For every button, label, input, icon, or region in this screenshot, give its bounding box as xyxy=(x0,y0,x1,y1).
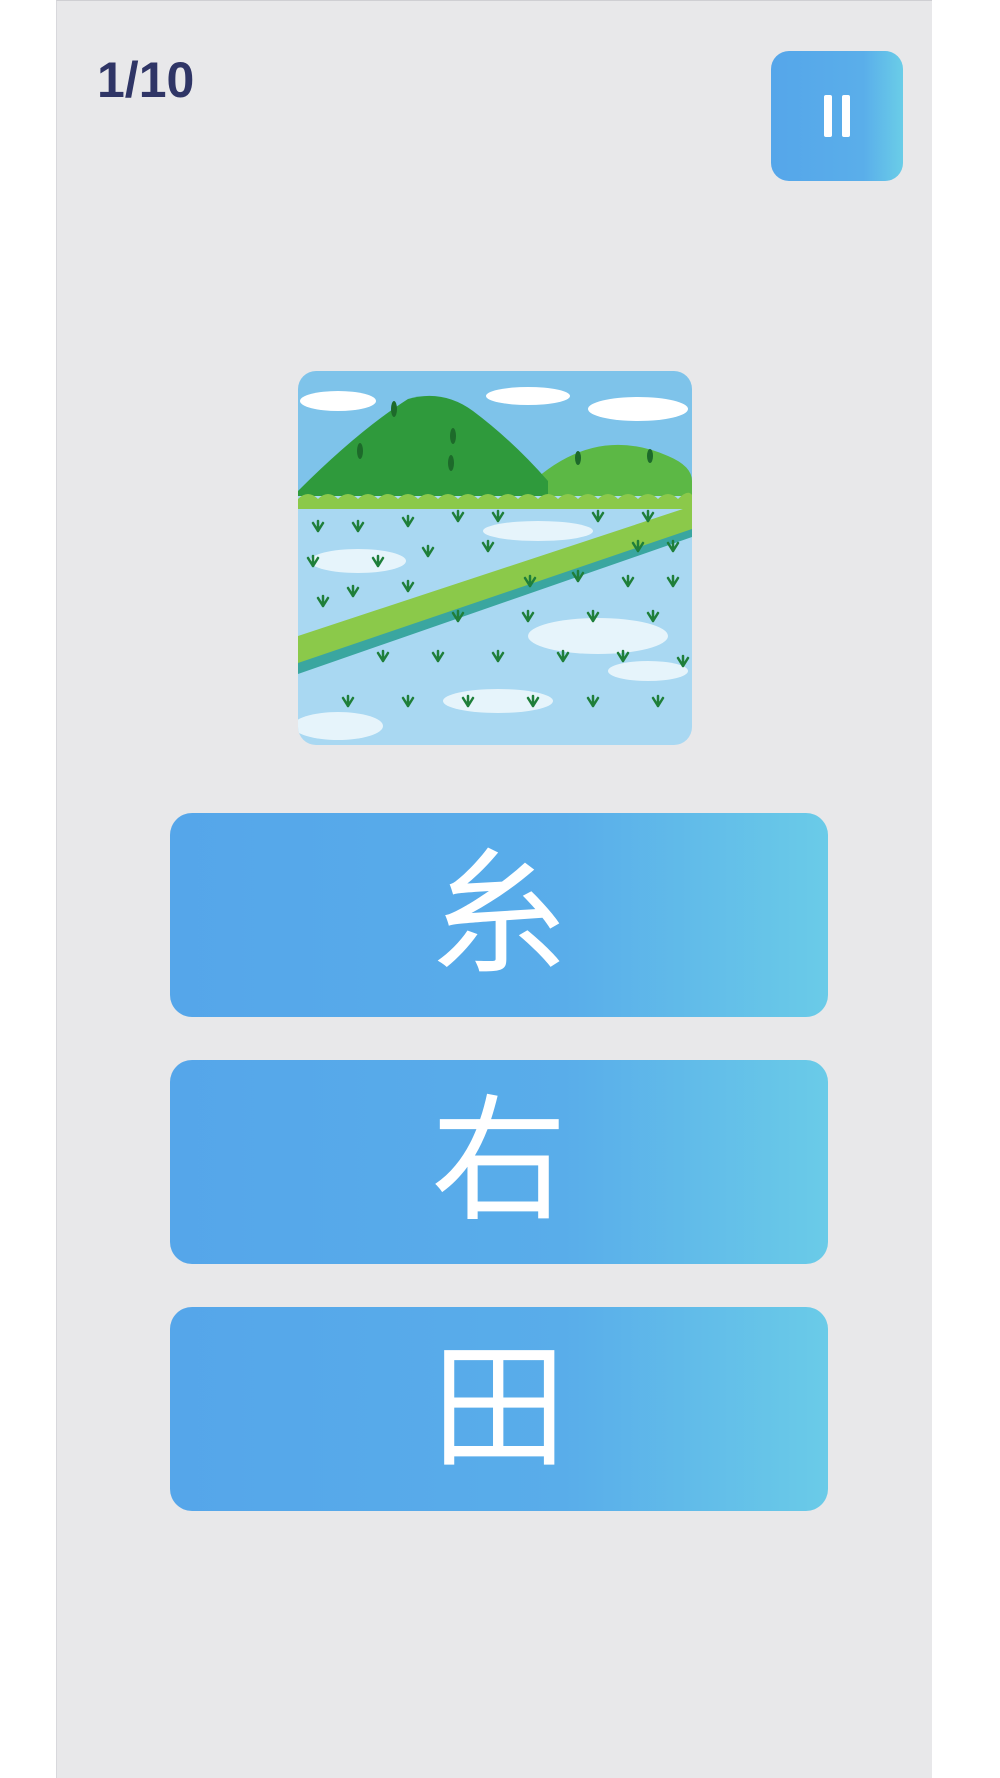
answer-option-3[interactable]: 田 xyxy=(170,1307,828,1511)
pause-button[interactable] xyxy=(771,51,903,181)
question-progress: 1/10 xyxy=(97,52,195,108)
pause-icon xyxy=(824,95,850,137)
answer-option-label: 右 xyxy=(431,1083,567,1241)
answer-option-label: 糸 xyxy=(431,836,567,994)
quiz-screen: 1/10 糸 右 田 xyxy=(56,0,932,1778)
pause-icon-bar-right xyxy=(842,95,850,137)
pause-icon-bar-left xyxy=(824,95,832,137)
answer-options: 糸 右 田 xyxy=(170,813,828,1554)
answer-option-2[interactable]: 右 xyxy=(170,1060,828,1264)
rice-paddy-image xyxy=(298,371,692,745)
answer-option-label: 田 xyxy=(431,1330,567,1488)
answer-option-1[interactable]: 糸 xyxy=(170,813,828,1017)
